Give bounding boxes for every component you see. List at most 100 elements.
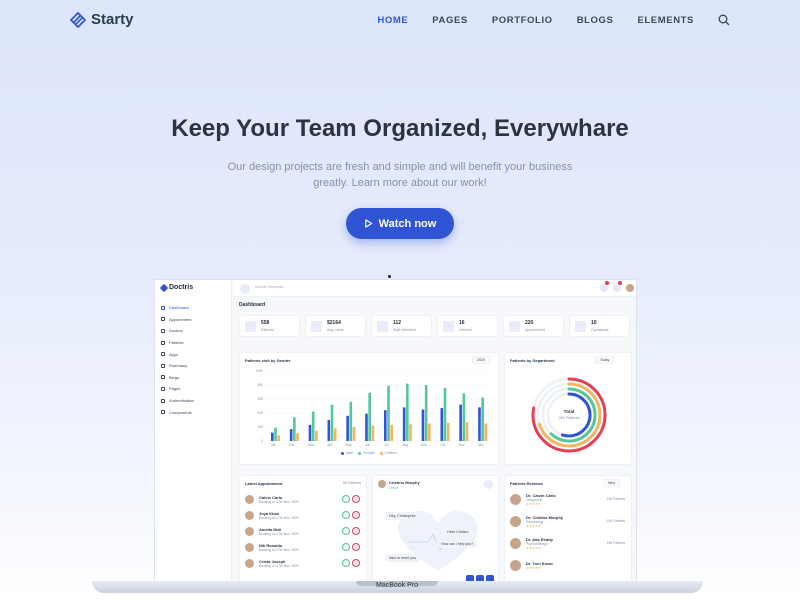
reject-icon[interactable] bbox=[352, 511, 360, 519]
menu-toggle-icon[interactable] bbox=[240, 284, 250, 294]
bar-male[interactable] bbox=[459, 404, 462, 441]
bar-female[interactable] bbox=[274, 427, 277, 441]
chat-menu-icon[interactable] bbox=[484, 480, 493, 489]
top-navbar: Starty HOME PAGES PORTFOLIO BLOGS ELEMEN… bbox=[0, 0, 800, 42]
accept-icon[interactable] bbox=[342, 527, 350, 535]
sidebar-item-authentication[interactable]: Authentication bbox=[155, 395, 232, 407]
accept-icon[interactable] bbox=[342, 559, 350, 567]
accept-icon[interactable] bbox=[342, 495, 350, 503]
legend-item[interactable]: Children bbox=[379, 451, 397, 455]
bar-male[interactable] bbox=[421, 409, 425, 442]
bar-female[interactable] bbox=[293, 417, 296, 441]
review-row[interactable]: Dr. Alia Reddy Psychotherapy ★★★★★ 150 Pati… bbox=[510, 537, 625, 550]
stat-icon bbox=[377, 321, 388, 332]
appointment-row[interactable]: Joya Khan Booking on 27th Nov, 2020 bbox=[245, 509, 360, 522]
bar-female[interactable] bbox=[443, 387, 447, 441]
sidebar-item-dashboard[interactable]: Dashboard bbox=[155, 302, 232, 314]
bar-female[interactable] bbox=[481, 397, 484, 441]
bar-children[interactable] bbox=[465, 422, 469, 441]
sidebar-item-doctors[interactable]: Doctors bbox=[155, 325, 232, 337]
sidebar-item-label: Patients bbox=[169, 340, 184, 346]
stat-value: 112 bbox=[393, 320, 402, 326]
avatar[interactable] bbox=[626, 284, 634, 292]
nav-portfolio[interactable]: PORTFOLIO bbox=[492, 15, 553, 26]
bar-female[interactable] bbox=[349, 401, 353, 441]
reviews-title: Patients Reviews bbox=[510, 481, 543, 486]
dash-logo: Doctris bbox=[159, 283, 193, 292]
watch-now-button[interactable]: Watch now bbox=[346, 208, 454, 239]
appointment-row[interactable]: Nik Ronaldo Booking on 27th Nov, 2020 bbox=[245, 541, 360, 554]
reject-icon[interactable] bbox=[352, 543, 360, 551]
review-row[interactable]: Dr. Toni Kovar ★★★★★ bbox=[510, 559, 625, 572]
sidebar-item-label: Components bbox=[169, 409, 192, 415]
sidebar-item-apps[interactable]: Apps bbox=[155, 348, 232, 360]
bar-female[interactable] bbox=[406, 383, 409, 441]
appointment-row[interactable]: Crista Joseph Booking on 27th Nov, 2020 bbox=[245, 557, 360, 570]
chat-status: Online bbox=[389, 486, 399, 490]
bar-children[interactable] bbox=[428, 423, 431, 442]
bar-male[interactable] bbox=[327, 420, 331, 441]
bar-female[interactable] bbox=[368, 392, 371, 441]
bar-male[interactable] bbox=[346, 415, 349, 441]
bar-male[interactable] bbox=[289, 429, 293, 441]
bar-male[interactable] bbox=[402, 407, 406, 441]
appointment-row[interactable]: Amelia Muli Booking on 27th Nov, 2020 bbox=[245, 525, 360, 538]
bar-female[interactable] bbox=[330, 404, 334, 441]
bar-female[interactable] bbox=[311, 411, 315, 441]
logo[interactable]: Starty bbox=[70, 11, 134, 28]
nav-pages[interactable]: PAGES bbox=[432, 15, 468, 26]
avatar bbox=[245, 527, 254, 536]
legend-item[interactable]: Male bbox=[340, 451, 353, 455]
sidebar-item-pharmacy[interactable]: Pharmacy bbox=[155, 360, 232, 372]
settings-icon[interactable] bbox=[600, 284, 608, 292]
legend-item[interactable]: Female bbox=[358, 451, 375, 455]
bar-male[interactable] bbox=[308, 424, 312, 441]
bar-children[interactable] bbox=[315, 430, 318, 442]
bar-children[interactable] bbox=[371, 425, 375, 441]
bar-children[interactable] bbox=[277, 435, 280, 441]
sidebar-item-pages[interactable]: Pages bbox=[155, 383, 232, 395]
reject-icon[interactable] bbox=[352, 559, 360, 567]
review-row[interactable]: Dr. Calvin Carlo Orthopedic ★★★★★ 150 Patie… bbox=[510, 493, 625, 506]
reject-icon[interactable] bbox=[352, 527, 360, 535]
bar-male[interactable] bbox=[271, 432, 274, 441]
bar-children[interactable] bbox=[484, 423, 488, 442]
appointment-row[interactable]: Calvin Carlo Booking on 27th Nov, 2020 bbox=[245, 493, 360, 506]
nav-blogs[interactable]: BLOGS bbox=[577, 15, 614, 26]
bar-male[interactable] bbox=[384, 410, 387, 441]
search-icon[interactable] bbox=[718, 14, 730, 26]
accept-icon[interactable] bbox=[342, 511, 350, 519]
bar-male[interactable] bbox=[440, 408, 444, 441]
chat-card: Cristino Murphy Online Hey, Christopher … bbox=[372, 475, 499, 581]
bar-children[interactable] bbox=[446, 422, 450, 441]
bar-female[interactable] bbox=[462, 393, 466, 441]
legend-dot bbox=[340, 451, 344, 455]
bar-children[interactable] bbox=[390, 424, 393, 441]
nav-home[interactable]: HOME bbox=[377, 15, 408, 26]
review-row[interactable]: Dr. Cristino Murphy Gynecology ★★★★★ 150 Pa… bbox=[510, 515, 625, 528]
bar-children[interactable] bbox=[352, 427, 356, 441]
patient-count: 150 Patients bbox=[606, 541, 625, 545]
sidebar-item-components[interactable]: Components bbox=[155, 406, 232, 418]
x-tick-label: Jun bbox=[365, 443, 370, 447]
reject-icon[interactable] bbox=[352, 495, 360, 503]
stat-value: 220 bbox=[525, 320, 534, 326]
sidebar-item-appointment[interactable]: Appointment bbox=[155, 314, 232, 326]
legend-dot bbox=[358, 451, 362, 455]
hero-title: Keep Your Team Organized, Everywhare bbox=[171, 115, 629, 142]
bar-male[interactable] bbox=[478, 407, 481, 441]
bar-female[interactable] bbox=[424, 385, 428, 441]
reviews-filter[interactable]: New bbox=[603, 479, 621, 487]
bell-icon[interactable] bbox=[613, 284, 621, 292]
bar-children[interactable] bbox=[333, 428, 337, 441]
dash-sidebar-menu: Dashboard Appointment Doctors Patients Apps P… bbox=[155, 302, 232, 418]
bar-children[interactable] bbox=[296, 433, 299, 441]
dash-search-input[interactable]: Search Keywords... bbox=[255, 285, 315, 289]
bar-children[interactable] bbox=[409, 424, 412, 441]
sidebar-item-blogs[interactable]: Blogs bbox=[155, 372, 232, 384]
sidebar-item-patients[interactable]: Patients bbox=[155, 337, 232, 349]
accept-icon[interactable] bbox=[342, 543, 350, 551]
nav-elements[interactable]: ELEMENTS bbox=[637, 15, 694, 26]
bar-female[interactable] bbox=[387, 385, 390, 441]
bar-male[interactable] bbox=[365, 413, 368, 441]
